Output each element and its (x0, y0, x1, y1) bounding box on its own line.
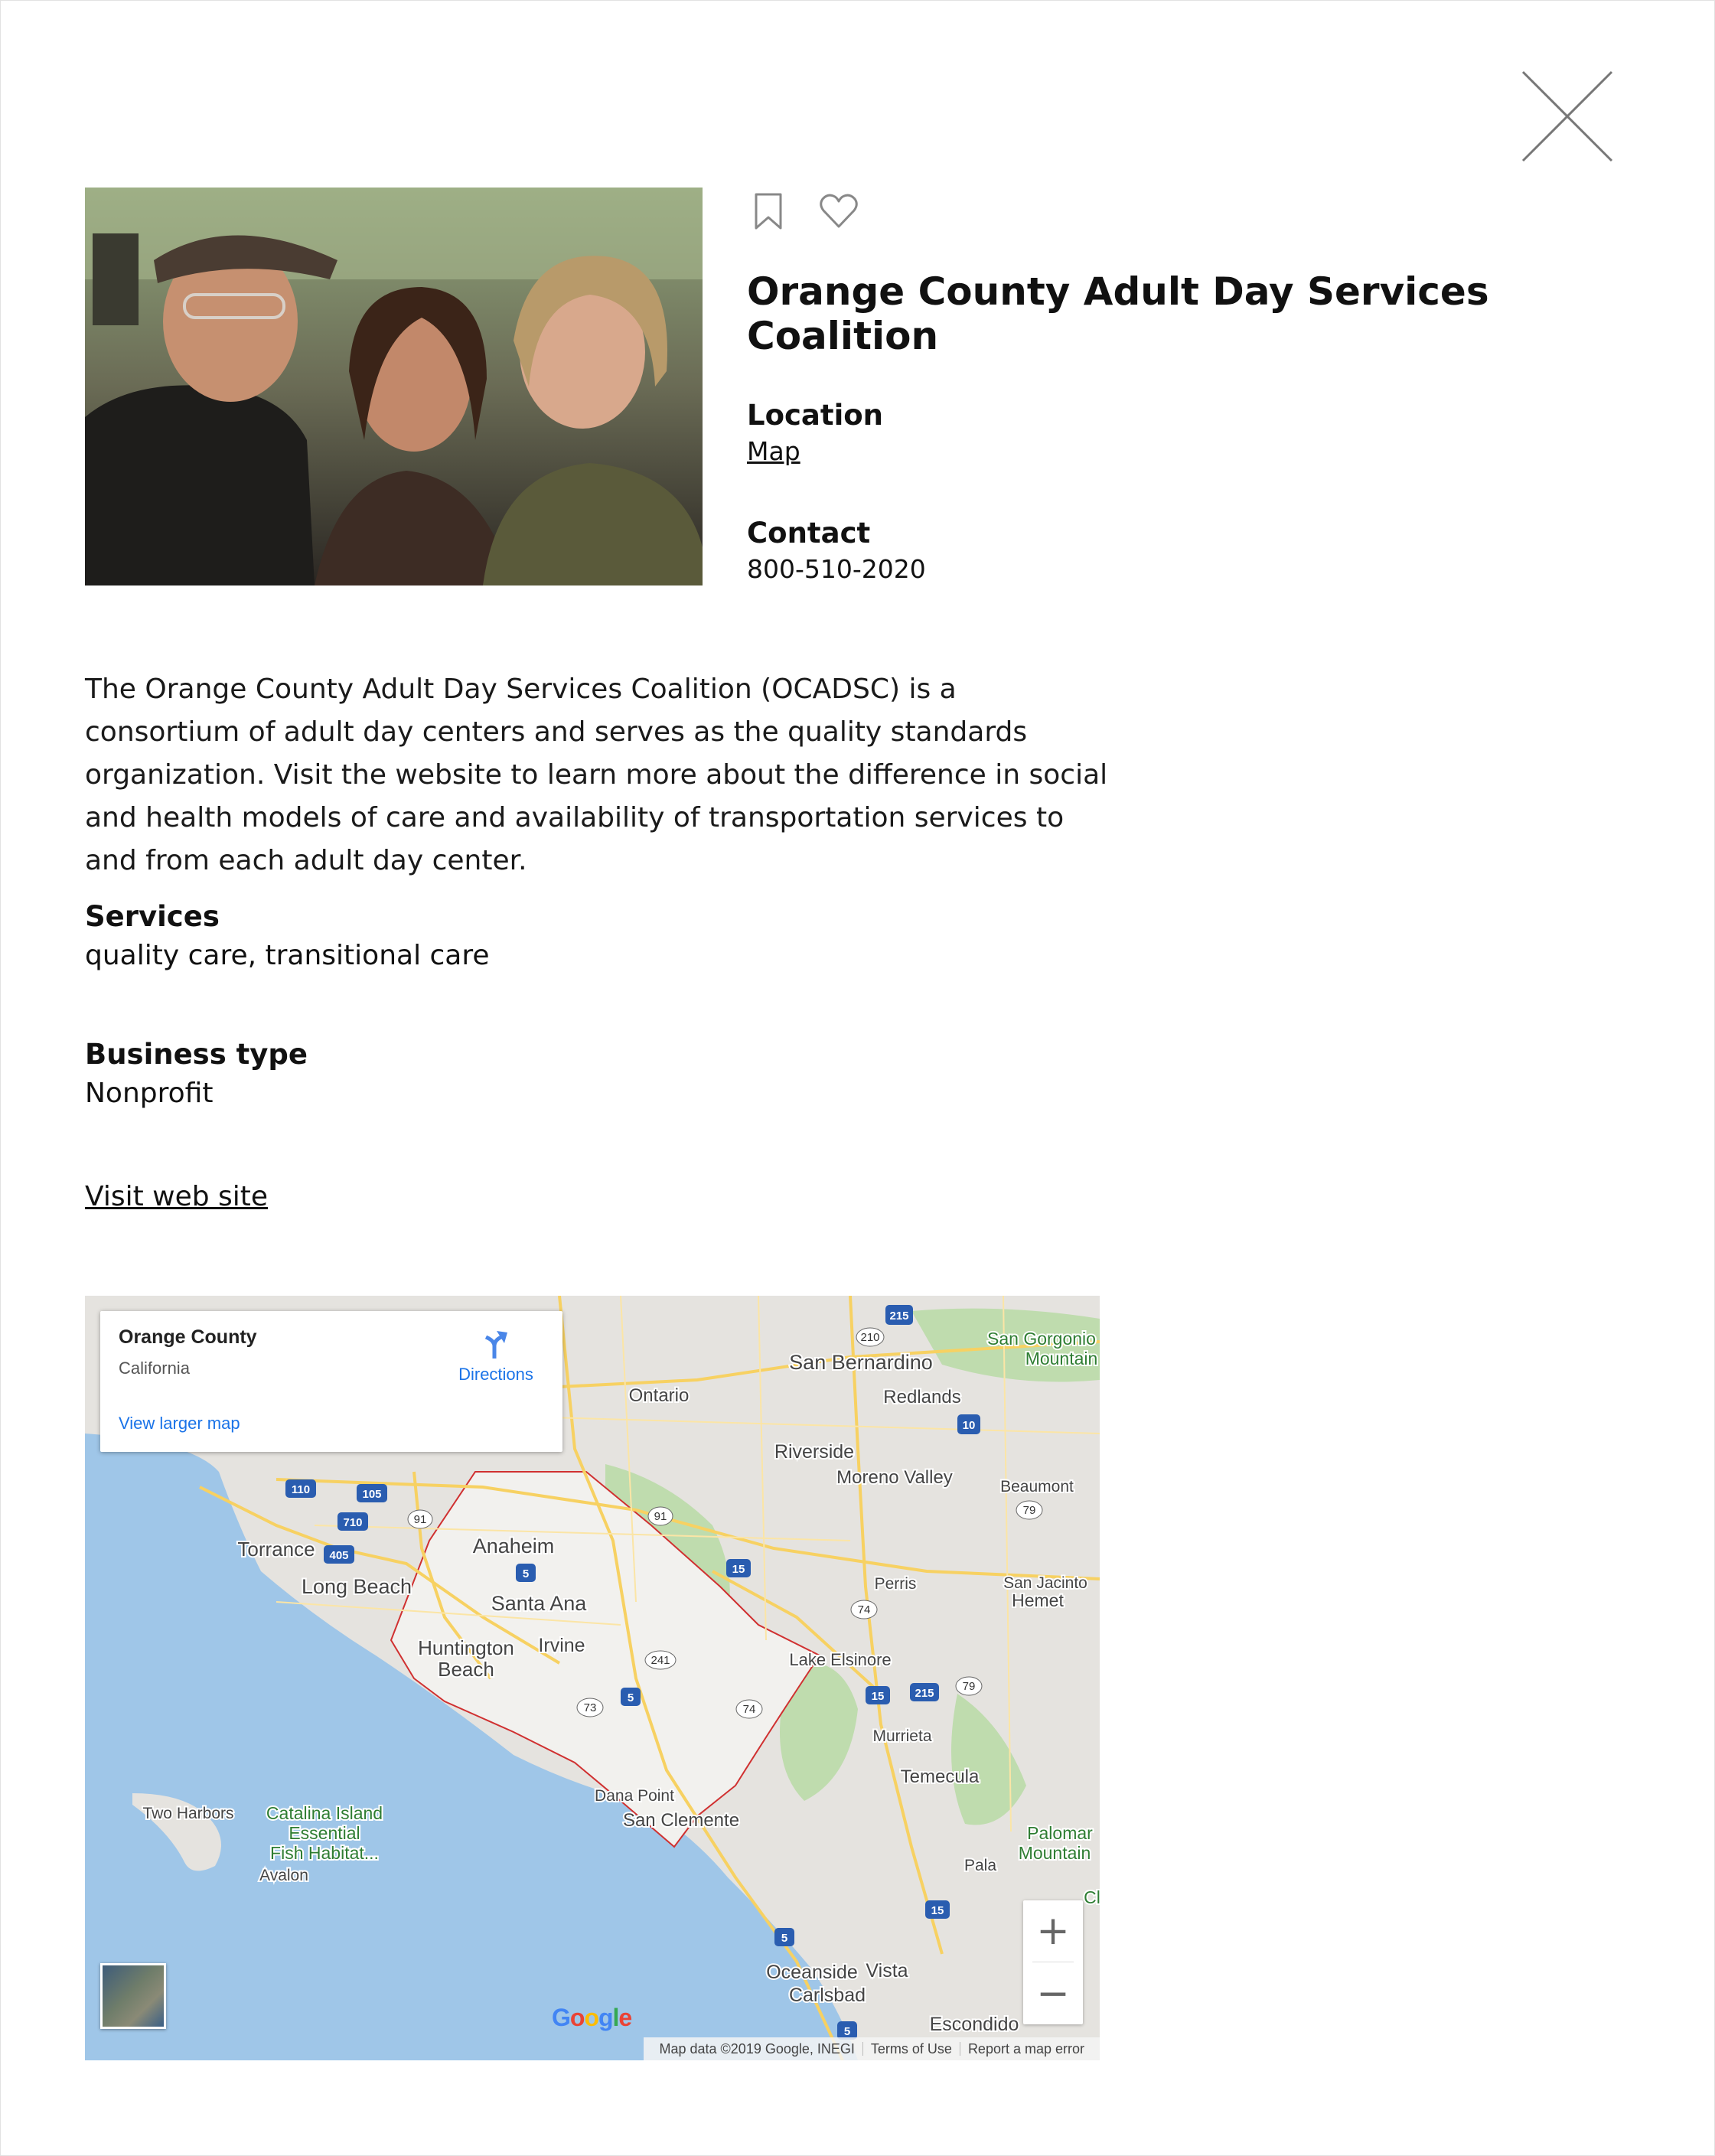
map-label: Dana Point (595, 1787, 674, 1805)
svg-text:710: 710 (343, 1516, 362, 1529)
map-label: Hemet (1012, 1590, 1064, 1610)
close-button[interactable] (1520, 69, 1615, 164)
map-label: Huntington (418, 1636, 514, 1659)
business-type-label: Business type (85, 1038, 308, 1071)
satellite-toggle-button[interactable] (100, 1963, 166, 2029)
map-label: Two Harbors (142, 1805, 233, 1822)
contact-label: Contact (747, 517, 871, 550)
map-label: Torrance (237, 1538, 315, 1561)
map-label: Pala (964, 1857, 996, 1874)
map-label: Mountain (1019, 1843, 1091, 1863)
map-label: San Jacinto (1003, 1574, 1087, 1592)
svg-text:5: 5 (628, 1691, 634, 1704)
map-label: Santa Ana (491, 1592, 588, 1615)
svg-text:15: 15 (732, 1563, 745, 1576)
svg-text:10: 10 (963, 1419, 976, 1432)
svg-text:74: 74 (743, 1703, 756, 1716)
map-label: San Clemente (623, 1810, 739, 1831)
svg-text:79: 79 (1023, 1504, 1036, 1517)
map-label: Cl (1084, 1887, 1100, 1907)
heart-icon[interactable] (817, 190, 860, 233)
map-label: Riverside (774, 1441, 854, 1463)
map-place-subtitle: California (119, 1359, 190, 1378)
map-label: Mountain (1025, 1349, 1098, 1368)
map-info-card: Orange County California Directions View… (100, 1311, 562, 1452)
svg-text:91: 91 (414, 1513, 427, 1526)
services-label: Services (85, 900, 220, 933)
map-label: Anaheim (473, 1535, 555, 1557)
organization-photo (85, 188, 703, 585)
location-label: Location (747, 399, 884, 432)
map-data-credit: Map data ©2019 Google, INEGI (659, 2040, 855, 2057)
map-label: Beach (438, 1658, 494, 1681)
map-label: Irvine (538, 1635, 585, 1656)
organization-title: Orange County Adult Day Services Coaliti… (747, 269, 1489, 358)
map-label: Oceanside (766, 1962, 858, 1983)
svg-text:110: 110 (292, 1483, 310, 1496)
svg-text:91: 91 (654, 1510, 667, 1523)
svg-text:5: 5 (844, 2025, 850, 2038)
map-label: Perris (875, 1575, 917, 1593)
svg-text:15: 15 (931, 1904, 944, 1917)
map-attribution: Map data ©2019 Google, INEGI Terms of Us… (644, 2037, 1100, 2060)
close-icon (1521, 70, 1613, 162)
map-label: San Gorgonio (987, 1329, 1096, 1349)
google-logo: Google (552, 2004, 632, 2031)
shield-215a: 215 (885, 1305, 913, 1325)
bookmark-icon[interactable] (747, 190, 790, 233)
svg-text:210: 210 (860, 1331, 879, 1344)
map-label: Redlands (883, 1387, 960, 1407)
zoom-out-button[interactable]: − (1023, 1963, 1083, 2024)
svg-text:215: 215 (889, 1310, 908, 1323)
map-label: San Bernardino (789, 1351, 933, 1374)
svg-text:74: 74 (858, 1603, 871, 1616)
directions-label: Directions (458, 1365, 533, 1384)
map-place-title: Orange County (119, 1326, 257, 1348)
svg-text:405: 405 (329, 1549, 348, 1562)
svg-text:241: 241 (650, 1654, 670, 1667)
map-label: Lake Elsinore (789, 1650, 891, 1669)
map-link[interactable]: Map (747, 436, 800, 466)
description-text: The Orange County Adult Day Services Coa… (85, 674, 1108, 876)
zoom-in-button[interactable]: + (1023, 1900, 1083, 1962)
visit-website-link[interactable]: Visit web site (85, 1181, 268, 1212)
view-larger-map-link[interactable]: View larger map (119, 1414, 240, 1434)
svg-text:5: 5 (523, 1567, 529, 1580)
map-label: Vista (866, 1960, 908, 1981)
map-label: Temecula (901, 1766, 980, 1787)
map-label: Ontario (629, 1385, 690, 1406)
svg-text:79: 79 (963, 1680, 976, 1693)
map-label: Long Beach (302, 1575, 412, 1598)
map-label: Essential (289, 1823, 360, 1843)
directions-button[interactable]: Directions (446, 1328, 546, 1389)
business-type-value: Nonprofit (85, 1078, 214, 1109)
svg-text:73: 73 (584, 1701, 597, 1714)
action-icons (747, 190, 860, 237)
map-label: Palomar (1027, 1823, 1093, 1843)
svg-text:215: 215 (915, 1687, 934, 1700)
map-label: Moreno Valley (836, 1467, 953, 1488)
svg-text:105: 105 (362, 1488, 381, 1501)
map-label: Murrieta (872, 1727, 931, 1745)
svg-text:5: 5 (781, 1932, 787, 1945)
phone-number: 800-510-2020 (747, 554, 926, 584)
map-label: Escondido (930, 2014, 1019, 2035)
map-label: Beaumont (1000, 1478, 1074, 1496)
report-map-error-link[interactable]: Report a map error (960, 2041, 1092, 2057)
map-label: Avalon (259, 1867, 308, 1884)
zoom-controls: + − (1023, 1900, 1083, 2024)
terms-of-use-link[interactable]: Terms of Use (863, 2041, 960, 2057)
map-label: Carlsbad (789, 1985, 866, 2006)
map-label: Fish Habitat... (270, 1843, 379, 1863)
services-value: quality care, transitional care (85, 940, 490, 971)
google-map[interactable]: 215 210 10 110 105 710 91 91 405 5 15 79… (85, 1296, 1100, 2060)
svg-text:15: 15 (872, 1690, 885, 1703)
map-label: Catalina Island (266, 1803, 383, 1823)
directions-icon (484, 1331, 507, 1359)
